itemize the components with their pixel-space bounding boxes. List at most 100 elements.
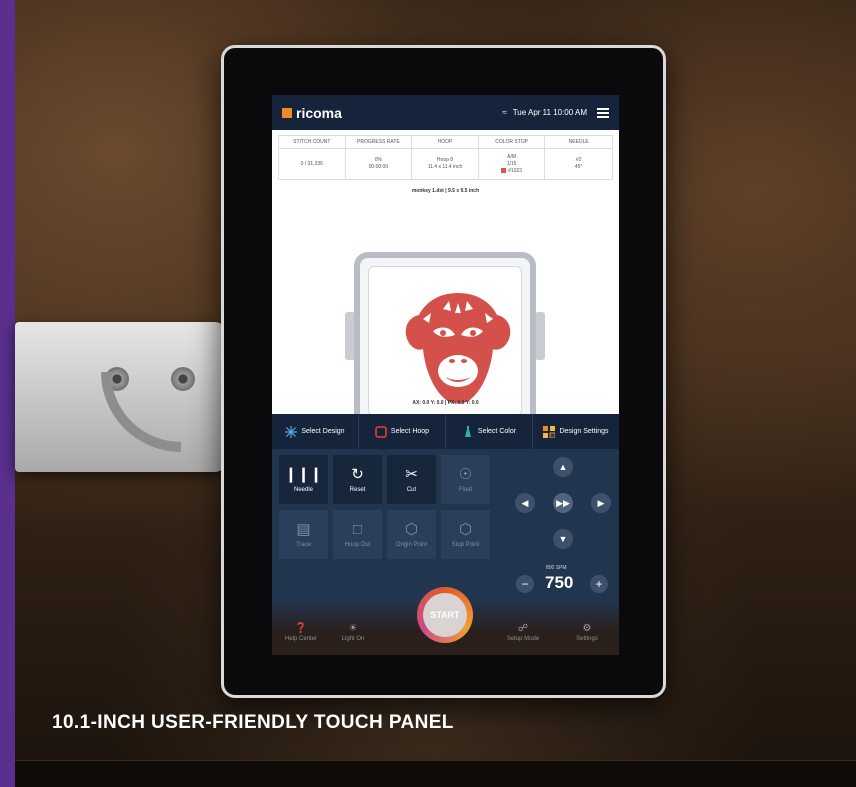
mount-bracket xyxy=(15,322,225,472)
bottom-strip xyxy=(15,760,856,787)
hoop-size: 11.4 x 11.4 inch xyxy=(427,164,463,170)
button-label: Needle xyxy=(293,486,313,493)
button-label: Hoop Out xyxy=(344,541,371,548)
button-label: Trace xyxy=(295,541,312,548)
button-label: Reset xyxy=(349,486,366,493)
speed-value: 750 xyxy=(545,573,574,592)
stop-point-button[interactable]: ⬡ Stop Point xyxy=(441,510,490,559)
button-label: Stop Point xyxy=(451,541,480,548)
help-center-button[interactable]: ❓ Help Center xyxy=(276,623,326,642)
float-button[interactable]: ☉ Float xyxy=(441,455,490,504)
tab-select-hoop[interactable]: Select Hoop xyxy=(359,414,446,449)
footer-label: Light On xyxy=(341,636,365,642)
needle-number: #2 xyxy=(575,157,582,163)
design-filename: monkey 1.dst | 9.5 x 9.5 inch xyxy=(411,188,480,194)
tab-select-color[interactable]: Select Color xyxy=(446,414,533,449)
progress-time: 00:00:00 xyxy=(368,164,389,170)
footer-label: Setup Mode xyxy=(506,636,540,642)
logo-text: ricoma xyxy=(296,104,342,121)
gear-icon: ⚙ xyxy=(582,623,592,634)
hoop-inner xyxy=(368,266,522,416)
speed-increase-button[interactable]: + xyxy=(590,575,608,593)
spm-label: 800 SPM xyxy=(546,565,567,571)
touch-screen: ricoma ≈ Tue Apr 11 10:00 AM STITCH COUN… xyxy=(272,95,619,655)
needle-icon: ❙❙❙ xyxy=(284,465,323,483)
stitch-count: 0 / 31,336 xyxy=(300,160,323,167)
monkey-design-icon xyxy=(405,293,511,404)
hoop-out-button[interactable]: □ Hoop Out xyxy=(333,510,382,559)
reset-button[interactable]: ↻ Reset xyxy=(333,455,382,504)
stat-header: HOOP xyxy=(412,136,479,149)
setup-mode-button[interactable]: ☍ Setup Mode xyxy=(498,623,548,642)
arrow-right-button[interactable]: ▶ xyxy=(591,493,611,513)
stat-header: PROGRESS RATE xyxy=(345,136,413,149)
function-tabs: Select Design Select Hoop Select Color D… xyxy=(272,414,619,449)
tab-label: Design Settings xyxy=(559,428,609,435)
color-icon xyxy=(464,425,471,437)
start-label: START xyxy=(423,593,467,637)
menu-icon[interactable] xyxy=(597,107,609,118)
button-label: Cut xyxy=(406,486,417,493)
settings-button[interactable]: ⚙ Settings xyxy=(562,623,612,642)
light-on-button[interactable]: ☀ Light On xyxy=(328,623,378,642)
fast-forward-button[interactable]: ▶▶ xyxy=(553,493,573,513)
color-stop-count: 1/15 xyxy=(506,160,517,167)
color-stop-value: A/M 1/15 #1923 xyxy=(479,149,546,179)
color-code-text: #1923 xyxy=(508,167,523,174)
color-swatch xyxy=(501,167,507,173)
scissors-icon: ✂ xyxy=(405,465,418,483)
stat-header: COLOR STOP xyxy=(478,136,546,149)
tab-design-settings[interactable]: Design Settings xyxy=(533,414,619,449)
help-icon: ❓ xyxy=(294,623,308,634)
reset-icon: ↻ xyxy=(351,465,364,483)
stat-header: NEEDLE xyxy=(545,136,612,149)
hoop-name: Hoop 8 xyxy=(436,157,454,163)
design-icon xyxy=(285,425,298,438)
origin-point-button[interactable]: ⬡ Origin Point xyxy=(387,510,436,559)
hoop-clamp-right xyxy=(535,312,545,360)
needle-button[interactable]: ❙❙❙ Needle xyxy=(279,455,328,504)
position-readout: AX: 0.0 Y: 0.0 | PX: 0.0 Y: 0.0 xyxy=(412,400,479,406)
settings-grid-icon xyxy=(543,425,556,438)
footer-label: Settings xyxy=(576,636,598,642)
tab-label: Select Hoop xyxy=(390,428,430,435)
bracket-slot xyxy=(101,372,181,452)
hoop-out-icon: □ xyxy=(352,520,363,538)
arrow-up-button[interactable]: ▲ xyxy=(553,457,573,477)
arrow-left-button[interactable]: ◀ xyxy=(515,493,535,513)
float-icon: ☉ xyxy=(458,465,473,483)
progress-rate: 0% xyxy=(374,157,382,163)
light-icon: ☀ xyxy=(348,623,358,634)
hoop-value: Hoop 8 11.4 x 11.4 inch xyxy=(412,149,479,179)
touch-panel-device: ricoma ≈ Tue Apr 11 10:00 AM STITCH COUN… xyxy=(221,45,666,698)
lock-icon: ☍ xyxy=(517,623,529,634)
top-bar: ricoma ≈ Tue Apr 11 10:00 AM xyxy=(272,95,619,130)
start-button[interactable]: START xyxy=(417,587,473,643)
color-stop-mode: A/M xyxy=(507,153,517,160)
status-area: ≈ Tue Apr 11 10:00 AM xyxy=(502,108,587,117)
tab-select-design[interactable]: Select Design xyxy=(272,414,359,449)
stitch-count-value: 0 / 31,336 xyxy=(279,149,346,179)
trace-button[interactable]: ▤ Trace xyxy=(279,510,328,559)
left-accent-bar xyxy=(0,0,15,787)
color-code: #1923 xyxy=(479,168,545,175)
speed-decrease-button[interactable]: − xyxy=(516,575,534,593)
datetime-text: Tue Apr 11 10:00 AM xyxy=(512,108,587,117)
trace-icon: ▤ xyxy=(296,520,311,538)
progress-value: 0% 00:00:00 xyxy=(346,149,413,179)
design-preview-area: STITCH COUNT PROGRESS RATE HOOP COLOR ST… xyxy=(272,130,619,430)
stat-header: STITCH COUNT xyxy=(279,136,346,149)
arrow-down-button[interactable]: ▼ xyxy=(553,529,573,549)
hoop-icon xyxy=(375,425,387,438)
ricoma-logo: ricoma xyxy=(282,105,342,121)
footer-label: Help Center xyxy=(284,636,317,642)
logo-mark-icon xyxy=(282,107,292,118)
stop-point-icon: ⬡ xyxy=(458,520,473,538)
origin-point-icon: ⬡ xyxy=(404,520,419,538)
stats-table: STITCH COUNT PROGRESS RATE HOOP COLOR ST… xyxy=(278,135,613,180)
tab-label: Select Design xyxy=(301,428,345,435)
button-label: Float xyxy=(458,486,473,493)
wifi-icon: ≈ xyxy=(502,108,507,117)
cut-button[interactable]: ✂ Cut xyxy=(387,455,436,504)
button-label: Origin Point xyxy=(395,541,428,548)
